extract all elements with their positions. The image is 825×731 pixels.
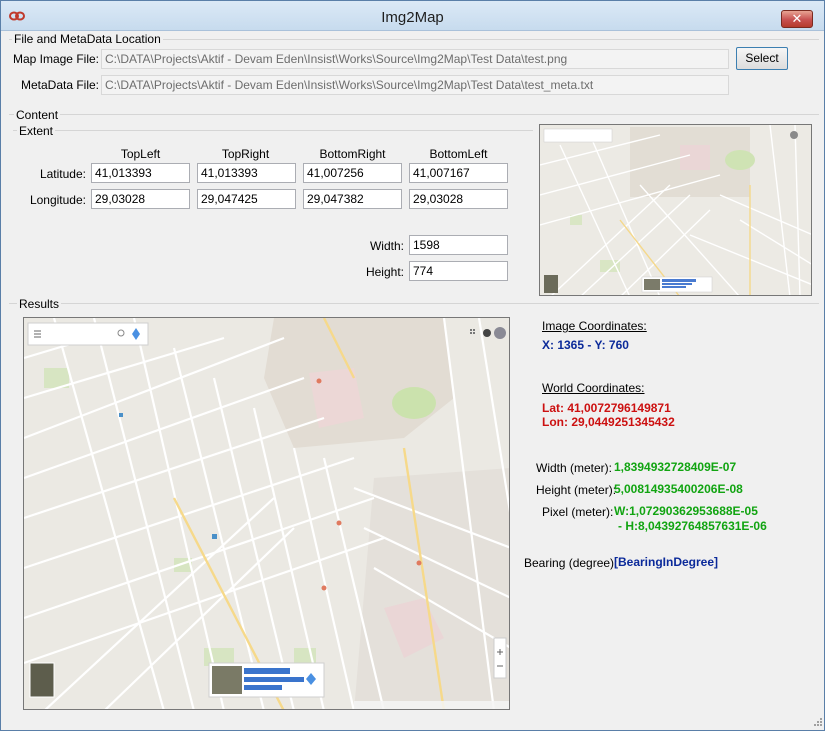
image-coords-value: X: 1365 - Y: 760 [542,338,629,352]
longitude-topleft-input[interactable]: 29,03028 [91,189,190,209]
pixel-meter-w-value: W:1,07290362953688E-05 [614,504,758,518]
latitude-bottomright-input[interactable]: 41,007256 [303,163,402,183]
height-meter-value: 5,00814935400206E-08 [614,482,743,496]
image-coords-title: Image Coordinates: [542,319,647,333]
bearing-label: Bearing (degree): [524,556,618,570]
extent-group-title: Extent [17,124,56,138]
width-meter-value: 1,8394932728409E-07 [614,460,737,474]
window-title: Img2Map [381,9,444,26]
world-coords-title: World Coordinates: [542,381,645,395]
column-topright: TopRight [221,147,270,161]
latitude-bottomleft-input[interactable]: 41,007167 [409,163,508,183]
world-lat-value: Lat: 41,0072796149871 [542,401,671,415]
bearing-value: [BearingInDegree] [614,555,719,569]
results-group-title: Results [17,297,62,311]
column-bottomleft: BottomLeft [429,147,488,161]
result-map-drawing [24,318,509,709]
latitude-label: Latitude: [39,167,86,181]
longitude-topright-input[interactable]: 29,047425 [197,189,296,209]
content-group-border [9,114,819,115]
longitude-bottomleft-input[interactable]: 29,03028 [409,189,508,209]
map-image-label: Map Image File: [12,52,99,66]
world-lon-value: Lon: 29,0449251345432 [542,415,675,429]
content-group-title: Content [14,108,61,122]
pixel-meter-h-value: - H:8,04392764857631E-06 [618,519,767,533]
width-meter-label: Width (meter): [536,461,613,475]
width-input[interactable]: 1598 [409,235,508,255]
longitude-label: Longitude: [29,193,86,207]
latitude-topleft-input[interactable]: 41,013393 [91,163,190,183]
extent-group-border [13,130,533,131]
map-thumbnail[interactable] [539,124,812,296]
close-button[interactable]: ✕ [781,10,813,28]
map-image-path-field[interactable]: C:\DATA\Projects\Aktif - Devam Eden\Insi… [101,49,729,69]
column-topleft: TopLeft [120,147,161,161]
metadata-label: MetaData File: [20,78,99,92]
latitude-topright-input[interactable]: 41,013393 [197,163,296,183]
column-bottomright: BottomRight [319,147,386,161]
longitude-bottomright-input[interactable]: 29,047382 [303,189,402,209]
main-window: Img2Map ✕ File and MetaData Location Map… [0,0,825,731]
file-group-title: File and MetaData Location [12,32,163,46]
height-label: Height: [365,265,404,279]
map-thumbnail-drawing [540,125,811,295]
results-group-border [9,303,819,304]
resize-grip-icon[interactable] [811,717,823,729]
width-label: Width: [369,239,404,253]
height-input[interactable]: 774 [409,261,508,281]
select-button[interactable]: Select [736,47,788,70]
metadata-path-field[interactable]: C:\DATA\Projects\Aktif - Devam Eden\Insi… [101,75,729,95]
result-map[interactable] [23,317,510,710]
height-meter-label: Height (meter): [536,483,617,497]
title-bar[interactable]: Img2Map ✕ [1,1,824,31]
pixel-meter-label: Pixel (meter): [542,505,614,519]
